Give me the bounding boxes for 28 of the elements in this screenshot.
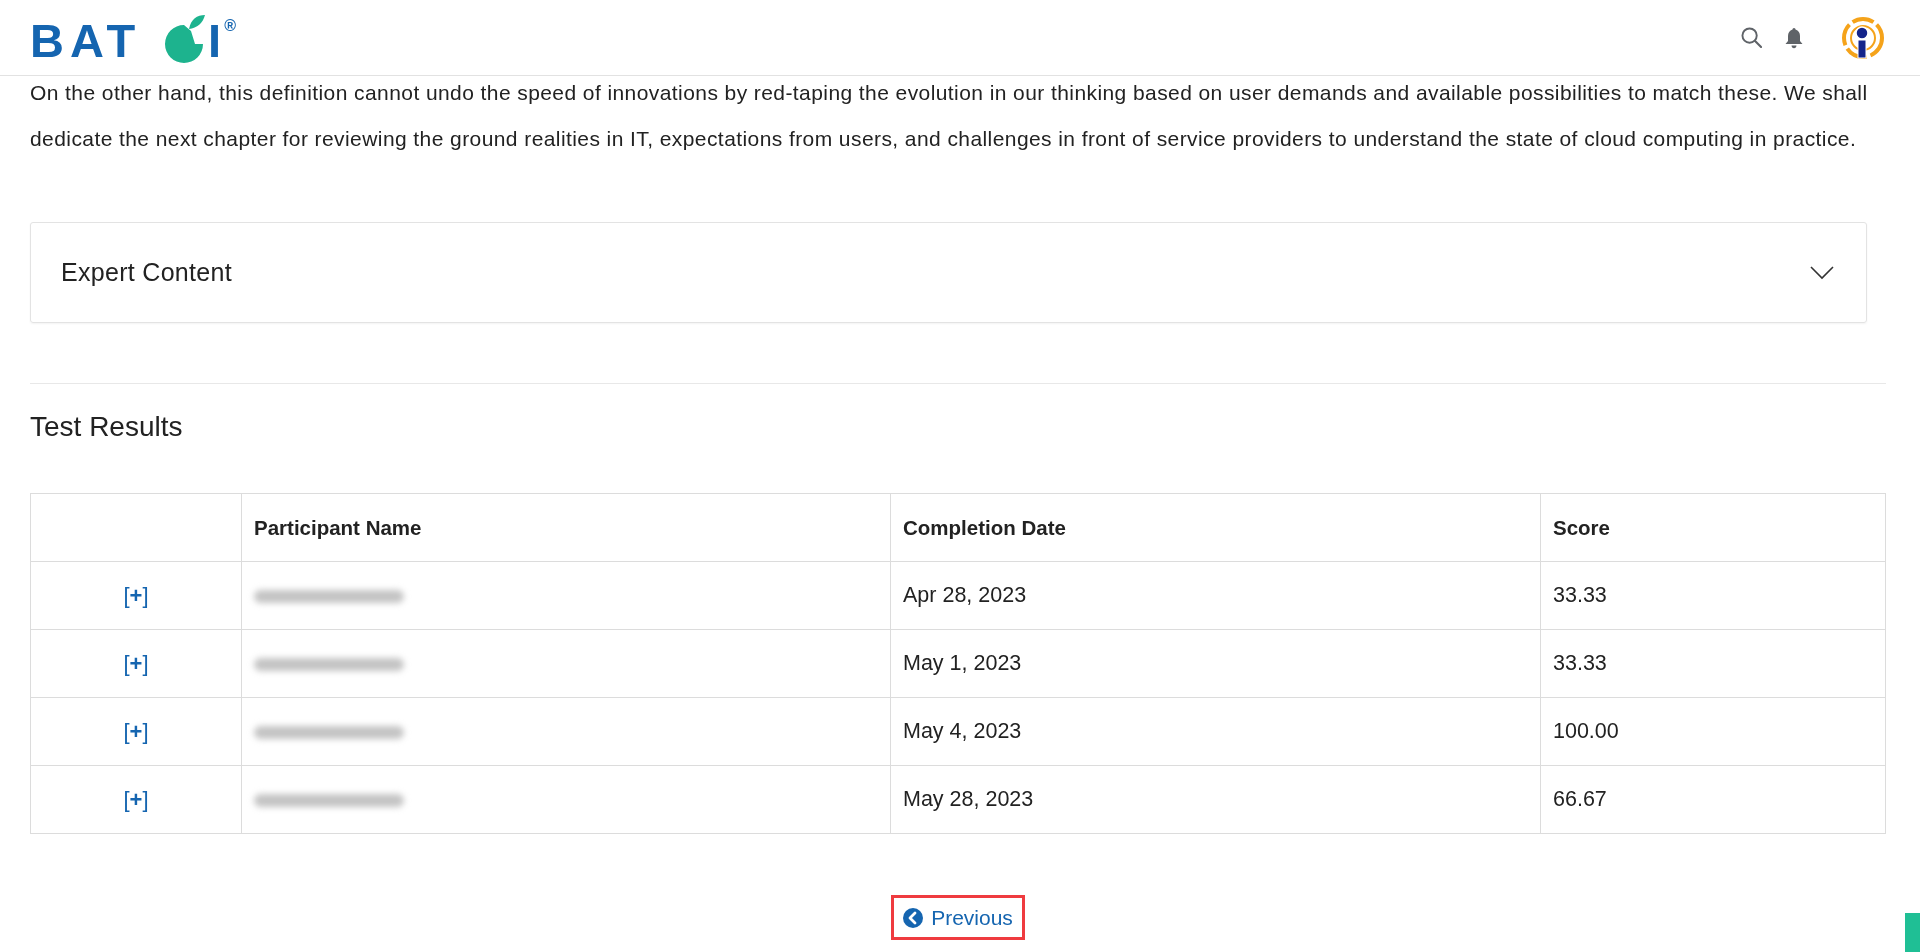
expand-button[interactable]: [+] (123, 582, 149, 609)
table-cell: May 28, 2023 (890, 765, 1541, 834)
chevron-circle-left-icon (903, 907, 924, 928)
column-header: Participant Name (241, 493, 891, 562)
accordion-panel[interactable]: Expert Content (30, 222, 1867, 323)
table-cell: 100.00 (1540, 697, 1886, 766)
logo-text: I (208, 22, 222, 59)
accordion-title: Expert Content (61, 258, 232, 287)
table-cell: 33.33 (1540, 629, 1886, 698)
expand-button[interactable]: [+] (123, 786, 149, 813)
section-title: Test Results (30, 411, 184, 443)
expand-button[interactable]: [+] (123, 650, 149, 677)
body-paragraph: On the other hand, this definition cannot undo the speed of innovations by red-taping the evolution in our thinking based on user demands and available possibilities to match these. We shall dedicate the next chapter for reviewing the ground realities in IT, expectations from users, and challenges in front of service providers to understand the state of cloud computing in practice. (30, 80, 1869, 152)
search-icon[interactable] (1741, 27, 1762, 48)
avatar-icon[interactable] (1841, 15, 1885, 60)
column-header: Completion Date (890, 493, 1541, 562)
expand-button[interactable]: [+] (123, 718, 149, 745)
logo-text: BAT (30, 22, 142, 59)
table-cell: 33.33 (1540, 561, 1886, 630)
chevron-down-icon[interactable] (1810, 265, 1834, 280)
registered-mark: ® (224, 16, 236, 35)
column-header: Score (1540, 493, 1886, 562)
bell-icon[interactable] (1785, 26, 1803, 49)
previous-button[interactable]: Previous (891, 895, 1025, 940)
table-cell: May 4, 2023 (890, 697, 1541, 766)
table-cell: May 1, 2023 (890, 629, 1541, 698)
table-cell: 66.67 (1540, 765, 1886, 834)
table-cell: Apr 28, 2023 (890, 561, 1541, 630)
